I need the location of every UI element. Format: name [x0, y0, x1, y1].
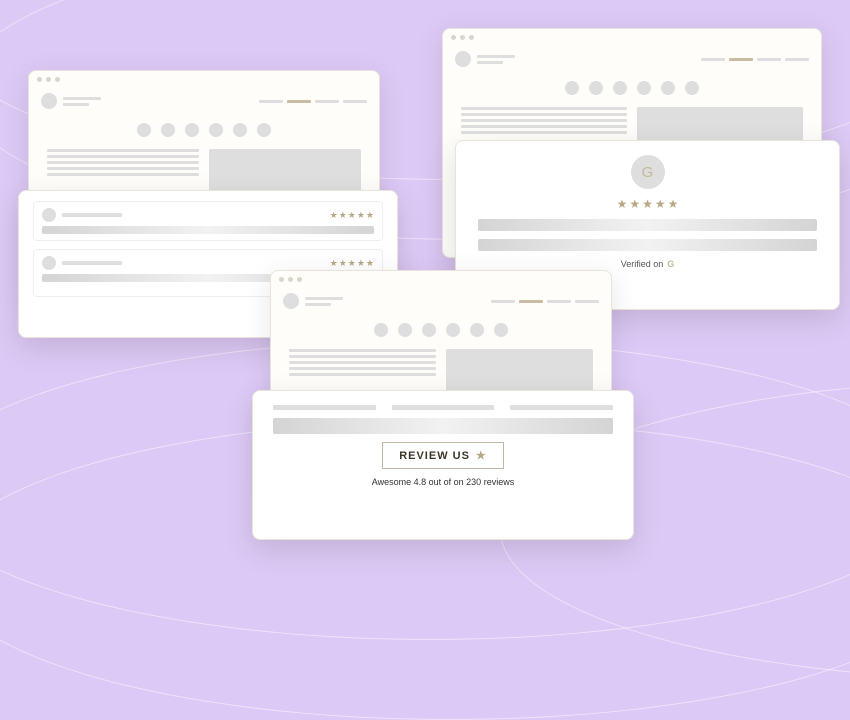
avatar-icon [42, 208, 56, 222]
google-icon: G [667, 259, 674, 269]
logo-circle [41, 93, 57, 109]
review-us-button[interactable]: REVIEW US★ [382, 442, 504, 469]
rating-subtitle: Awesome 4.8 out of on 230 reviews [372, 477, 514, 487]
titlebar [29, 71, 379, 87]
logo-circle [283, 293, 299, 309]
star-rating: ★★★★★ [617, 197, 679, 211]
verified-label: Verified onG [621, 259, 675, 269]
titlebar [443, 29, 821, 45]
nav-dots [29, 115, 379, 145]
text-placeholder-row [273, 405, 613, 410]
star-rating: ★★★★★ [330, 210, 374, 221]
text-placeholder [478, 239, 817, 251]
text-placeholder [478, 219, 817, 231]
logo-circle [455, 51, 471, 67]
header [271, 287, 611, 315]
nav-dots [443, 73, 821, 103]
reviewer-name-placeholder [62, 213, 122, 217]
text-placeholder [42, 226, 374, 234]
header [29, 87, 379, 115]
text-placeholder [273, 418, 613, 434]
header [443, 45, 821, 73]
titlebar [271, 271, 611, 287]
google-avatar-icon: G [631, 155, 665, 189]
reviewer-name-placeholder [62, 261, 122, 265]
star-rating: ★★★★★ [330, 258, 374, 269]
nav-dots [271, 315, 611, 345]
avatar-icon [42, 256, 56, 270]
cta-widget: REVIEW US★ Awesome 4.8 out of on 230 rev… [252, 390, 634, 540]
review-card[interactable]: ★★★★★ [33, 201, 383, 241]
star-icon: ★ [476, 449, 487, 462]
